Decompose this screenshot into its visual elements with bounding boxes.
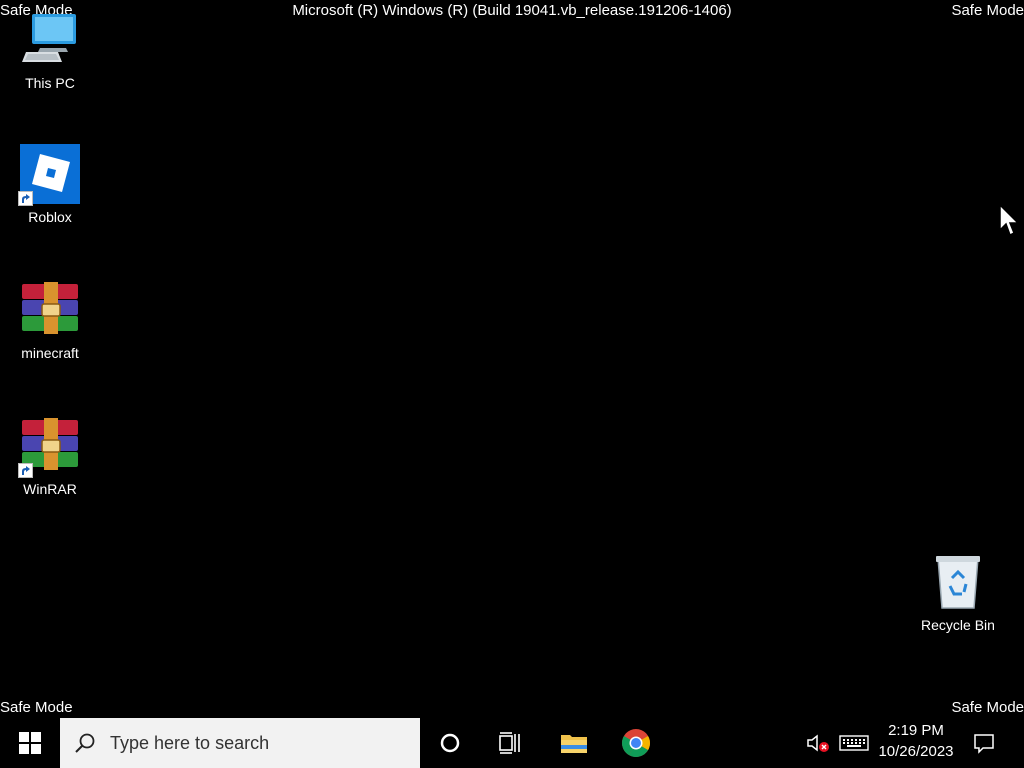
action-center-button[interactable] xyxy=(966,718,1002,768)
clock-date: 10/26/2023 xyxy=(878,743,954,760)
task-view-button[interactable] xyxy=(486,718,534,768)
taskbar-clock[interactable]: 2:19 PM 10/26/2023 xyxy=(872,720,960,762)
desktop-icon-label: This PC xyxy=(25,75,75,91)
safe-mode-label-bottom-right: Safe Mode xyxy=(951,699,1024,716)
winrar-icon xyxy=(18,414,82,478)
desktop-icon-this-pc[interactable]: This PC xyxy=(5,8,95,92)
recycle-bin-icon xyxy=(926,550,990,614)
search-box[interactable]: Type here to search xyxy=(60,718,420,768)
cortana-icon xyxy=(440,733,460,753)
shortcut-arrow-icon xyxy=(18,463,33,478)
safe-mode-label-bottom-left: Safe Mode xyxy=(0,699,73,716)
winrar-archive-icon xyxy=(18,278,82,342)
desktop-icon-recycle-bin[interactable]: Recycle Bin xyxy=(913,550,1003,634)
volume-muted-icon xyxy=(807,734,829,752)
mouse-cursor-icon xyxy=(998,203,1020,243)
desktop-icon-roblox[interactable]: Roblox xyxy=(5,142,95,226)
touch-keyboard-button[interactable] xyxy=(836,718,872,768)
file-explorer-icon xyxy=(561,735,587,753)
notification-icon xyxy=(974,734,994,754)
shortcut-arrow-icon xyxy=(18,191,33,206)
chrome-button[interactable] xyxy=(612,718,660,768)
roblox-icon xyxy=(18,142,82,206)
file-explorer-button[interactable] xyxy=(550,718,598,768)
desktop-icon-minecraft[interactable]: minecraft xyxy=(5,278,95,362)
search-icon xyxy=(60,718,110,768)
clock-time: 2:19 PM xyxy=(888,722,944,739)
chrome-icon xyxy=(622,729,650,757)
this-pc-icon xyxy=(18,8,82,72)
taskbar: Type here to search 2:19 PM 10/26/2023 xyxy=(0,718,1024,768)
windows-logo-icon xyxy=(19,732,41,754)
desktop-icon-label: Recycle Bin xyxy=(921,617,995,633)
search-placeholder: Type here to search xyxy=(110,732,270,753)
volume-button[interactable] xyxy=(804,718,832,768)
desktop-icon-label: Roblox xyxy=(28,209,72,225)
start-button[interactable] xyxy=(0,718,60,768)
cortana-button[interactable] xyxy=(426,718,474,768)
windows-build-label: Microsoft (R) Windows (R) (Build 19041.v… xyxy=(292,2,732,19)
task-view-icon xyxy=(499,732,520,754)
desktop-icon-label: WinRAR xyxy=(23,481,77,497)
keyboard-icon xyxy=(839,735,869,751)
desktop-icon-winrar[interactable]: WinRAR xyxy=(5,414,95,498)
desktop-icon-label: minecraft xyxy=(21,345,79,361)
